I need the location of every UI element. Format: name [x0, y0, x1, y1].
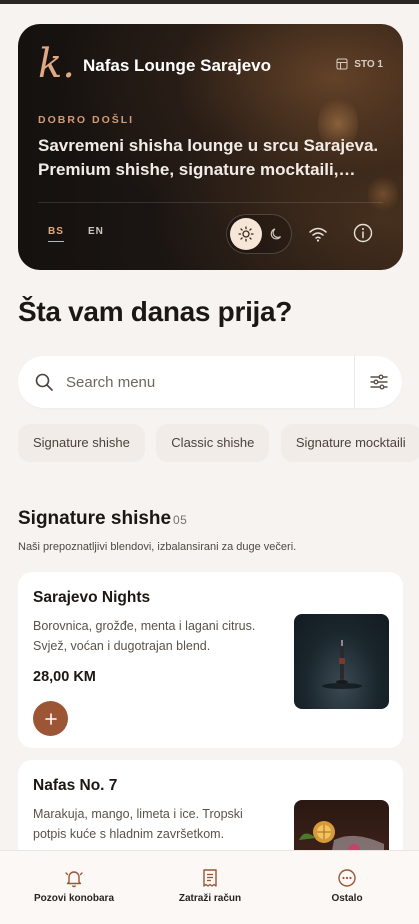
add-to-order-button[interactable] [33, 701, 68, 736]
item-photo [294, 614, 389, 709]
search-input[interactable] [66, 370, 346, 394]
welcome-label: DOBRO DOŠLI [38, 114, 135, 126]
hero-tagline: Savremeni shisha lounge u srcu Sarajeva.… [38, 136, 379, 179]
info-icon[interactable] [353, 223, 373, 243]
sun-icon [238, 226, 254, 242]
filter-button[interactable] [354, 356, 402, 408]
receipt-icon [203, 869, 217, 887]
bell-icon [65, 871, 83, 888]
theme-toggle[interactable] [226, 214, 292, 254]
section-description: Naši prepoznatljivi blendovi, izbalansir… [18, 541, 297, 553]
tab-more[interactable]: Ostalo [277, 851, 417, 924]
section-title: Signature shishe [18, 508, 172, 529]
language-en[interactable]: EN [88, 226, 104, 237]
filter-sliders-icon [369, 374, 388, 390]
table-indicator: STO 1 [336, 58, 383, 70]
plus-icon [44, 712, 57, 725]
shisha-pipe-image [322, 640, 362, 689]
item-price: 28,00 KM [33, 669, 96, 685]
moon-icon[interactable] [269, 226, 285, 242]
language-bs[interactable]: BS [48, 226, 64, 242]
bottom-tab-bar: Pozovi konobara Zatraži račun Ostalo [0, 850, 419, 924]
item-name: Sarajevo Nights [33, 589, 151, 606]
section-count: 05 [173, 513, 188, 527]
search-bar [18, 356, 402, 408]
tab-label: Pozovi konobara [33, 893, 114, 904]
page-title: Šta vam danas prija? [18, 296, 293, 327]
more-icon [338, 869, 356, 887]
chip-signature-shishe[interactable]: Signature shishe [18, 424, 145, 462]
hero-divider [38, 202, 383, 203]
tab-label: Zatraži račun [178, 893, 242, 904]
venue-name: Nafas Lounge Sarajevo [83, 56, 272, 75]
search-icon [35, 373, 53, 391]
table-label: STO 1 [354, 58, 383, 70]
tab-call-waiter[interactable]: Pozovi konobara [4, 851, 144, 924]
table-icon [336, 58, 348, 70]
chip-classic-shishe[interactable]: Classic shishe [156, 424, 270, 462]
light-mode-button[interactable] [230, 218, 262, 250]
category-chips: Signature shishe Classic shishe Signatur… [18, 424, 419, 464]
tab-request-bill[interactable]: Zatraži račun [140, 851, 280, 924]
brand-logo: k. [38, 41, 75, 87]
chip-signature-mocktaili[interactable]: Signature mocktaili [280, 424, 419, 462]
tab-label: Ostalo [331, 893, 363, 904]
item-name: Nafas No. 7 [33, 777, 118, 794]
hero-card: k. Nafas Lounge Sarajevo STO 1 DOBRO DOŠ… [18, 24, 403, 270]
item-description: Borovnica, grožđe, menta i lagani citrus… [33, 619, 256, 653]
menu-item-card[interactable]: Sarajevo Nights Borovnica, grožđe, menta… [18, 572, 403, 748]
top-status-strip [0, 0, 419, 4]
wifi-icon[interactable] [307, 223, 329, 245]
item-description: Marakuja, mango, limeta i ice. Tropski p… [33, 807, 243, 841]
